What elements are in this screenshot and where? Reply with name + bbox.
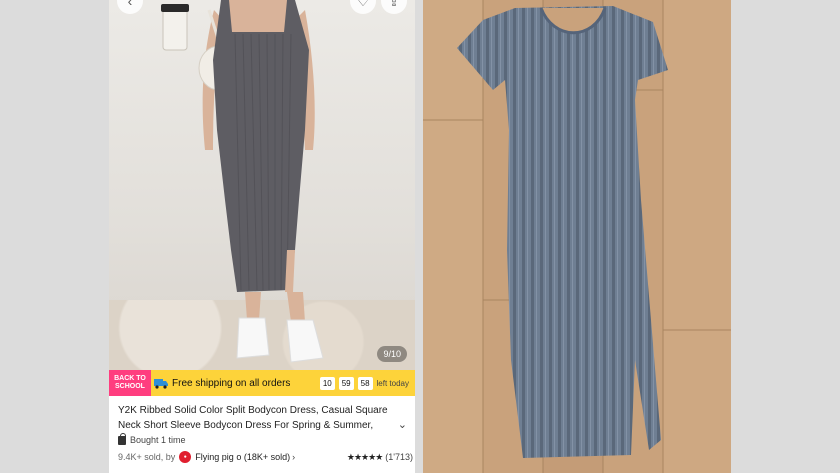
product-listing-panel: ‹ ♡ ⇪ 9/10 BACK TO SCHOOL Free shipping … xyxy=(109,0,415,473)
timer-suffix: left today xyxy=(376,378,409,388)
product-info: Y2K Ribbed Solid Color Split Bodycon Dre… xyxy=(109,396,415,473)
promo-banner[interactable]: BACK TO SCHOOL Free shipping on all orde… xyxy=(109,370,415,396)
timer-minutes: 59 xyxy=(338,376,354,390)
seller-logo-icon: ● xyxy=(179,451,192,463)
product-photo[interactable]: ‹ ♡ ⇪ 9/10 xyxy=(109,0,415,370)
wood-floor-with-dress xyxy=(423,0,731,473)
free-shipping-text: Free shipping on all orders xyxy=(172,377,291,389)
product-title[interactable]: Y2K Ribbed Solid Color Split Bodycon Dre… xyxy=(118,403,388,433)
photo-counter: 9/10 xyxy=(377,346,407,362)
back-to-school-badge: BACK TO SCHOOL xyxy=(109,370,151,396)
shopping-bag-icon xyxy=(118,432,126,445)
seller-row: 9.4K+ sold, by ● Flying pig o (18K+ sold… xyxy=(118,451,413,463)
received-dress-photo xyxy=(423,0,731,473)
heart-icon: ♡ xyxy=(356,0,370,9)
timer-hours: 10 xyxy=(319,376,335,390)
model-wearing-dress xyxy=(161,0,324,363)
shipping-truck-icon xyxy=(153,375,169,391)
countdown-timer: 10 59 58 left today xyxy=(319,376,409,390)
timer-seconds: 58 xyxy=(357,376,373,390)
expand-chevron-icon[interactable]: ⌄ xyxy=(398,418,407,431)
seller-chevron-icon[interactable]: › xyxy=(292,452,295,462)
sold-count: 9.4K+ sold, by xyxy=(118,452,176,462)
back-arrow-icon: ‹ xyxy=(127,0,133,9)
seller-link[interactable]: Flying pig o (18K+ sold) xyxy=(195,452,290,462)
screen: ‹ ♡ ⇪ 9/10 BACK TO SCHOOL Free shipping … xyxy=(0,0,840,473)
review-count[interactable]: (1'713) xyxy=(385,452,413,462)
bought-count: Bought 1 time xyxy=(118,432,186,445)
bought-text: Bought 1 time xyxy=(130,435,186,445)
rating-stars: ★★★★★ xyxy=(346,451,383,462)
share-icon: ⇪ xyxy=(388,0,400,9)
